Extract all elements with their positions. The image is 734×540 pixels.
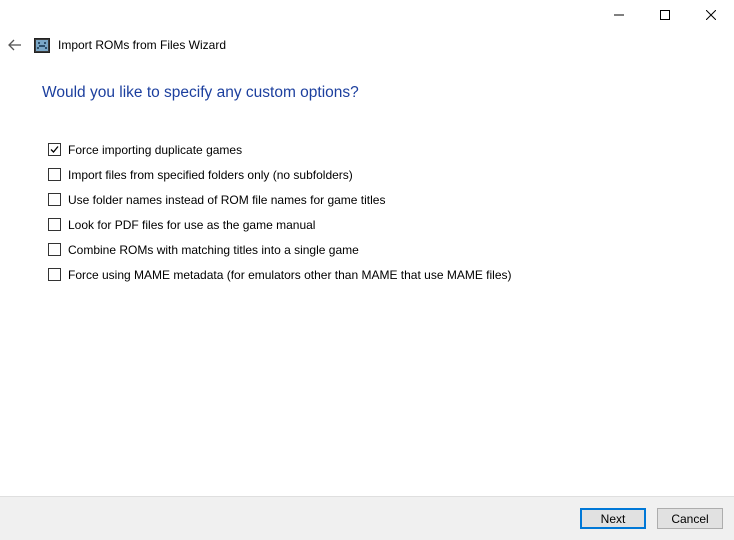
option-label: Look for PDF files for use as the game m…: [68, 217, 316, 232]
option-pdf-manuals[interactable]: Look for PDF files for use as the game m…: [48, 212, 512, 237]
checkbox[interactable]: [48, 193, 61, 206]
maximize-icon: [660, 10, 670, 20]
wizard-title: Import ROMs from Files Wizard: [58, 38, 227, 52]
page-heading: Would you like to specify any custom opt…: [42, 84, 359, 101]
wizard-footer: Next Cancel: [0, 496, 734, 540]
minimize-icon: [614, 14, 624, 16]
title-bar: [0, 0, 734, 30]
option-force-mame-metadata[interactable]: Force using MAME metadata (for emulators…: [48, 262, 512, 287]
checkbox[interactable]: [48, 168, 61, 181]
option-no-subfolders[interactable]: Import files from specified folders only…: [48, 162, 512, 187]
minimize-button[interactable]: [596, 0, 642, 30]
next-button[interactable]: Next: [580, 508, 646, 529]
option-label: Force importing duplicate games: [68, 142, 243, 157]
checkbox[interactable]: [48, 218, 61, 231]
checkbox[interactable]: [48, 268, 61, 281]
option-label: Import files from specified folders only…: [68, 167, 353, 182]
options-list: Force importing duplicate games Import f…: [48, 137, 512, 287]
cancel-button[interactable]: Cancel: [657, 508, 723, 529]
option-force-import-duplicates[interactable]: Force importing duplicate games: [48, 137, 512, 162]
window-controls: [596, 0, 734, 30]
option-combine-roms[interactable]: Combine ROMs with matching titles into a…: [48, 237, 512, 262]
launchbox-app-icon: [34, 38, 50, 53]
checkmark-icon: [50, 146, 59, 153]
close-button[interactable]: [688, 0, 734, 30]
checkbox[interactable]: [48, 143, 61, 156]
option-label: Use folder names instead of ROM file nam…: [68, 192, 386, 207]
close-icon: [706, 10, 716, 20]
back-arrow-icon: [8, 39, 21, 51]
option-folder-names-as-titles[interactable]: Use folder names instead of ROM file nam…: [48, 187, 512, 212]
back-button[interactable]: [4, 34, 26, 56]
option-label: Combine ROMs with matching titles into a…: [68, 242, 359, 257]
option-label: Force using MAME metadata (for emulators…: [68, 267, 512, 282]
wizard-header: Import ROMs from Files Wizard: [0, 32, 734, 60]
maximize-button[interactable]: [642, 0, 688, 30]
checkbox[interactable]: [48, 243, 61, 256]
